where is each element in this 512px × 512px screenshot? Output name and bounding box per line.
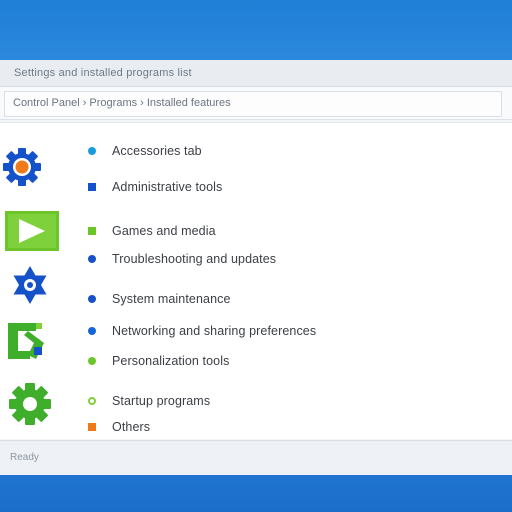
list-item[interactable]: Accessories tab — [88, 143, 202, 159]
list-item[interactable]: Administrative tools — [88, 179, 222, 195]
list-item-label: Personalization tools — [112, 354, 230, 368]
title-bar: Settings and installed programs list — [0, 60, 512, 87]
bullet-icon — [88, 147, 96, 155]
bullet-icon — [88, 357, 96, 365]
list-item-label: Administrative tools — [112, 180, 223, 194]
list-item[interactable]: Personalization tools — [88, 353, 229, 369]
cog-icon[interactable] — [7, 381, 53, 427]
list-item-label: Games and media — [112, 224, 216, 238]
content-panel: Accessories tab Administrative tools Gam… — [0, 122, 512, 439]
address-bar: Control Panel › Programs › Installed fea… — [0, 87, 512, 120]
list-item[interactable]: System maintenance — [88, 291, 231, 307]
app-window: Settings and installed programs list Con… — [0, 60, 512, 475]
list-item[interactable]: Networking and sharing preferences — [88, 323, 316, 339]
bullet-icon — [88, 397, 96, 405]
list-item-label: Accessories tab — [112, 144, 202, 158]
status-text: Ready — [10, 452, 39, 463]
list-item[interactable]: Troubleshooting and updates — [88, 251, 276, 267]
star-icon[interactable] — [10, 263, 50, 307]
list-item[interactable]: Others — [88, 419, 150, 435]
bullet-icon — [88, 227, 96, 235]
bullet-icon — [88, 295, 96, 303]
address-field[interactable]: Control Panel › Programs › Installed fea… — [4, 91, 502, 117]
list-item-label: System maintenance — [112, 292, 231, 306]
list-item[interactable]: Games and media — [88, 223, 216, 239]
address-text: Control Panel › Programs › Installed fea… — [13, 97, 231, 109]
list-item-label: Networking and sharing preferences — [112, 324, 317, 338]
status-bar: Ready — [0, 440, 512, 475]
window-title: Settings and installed programs list — [14, 67, 192, 79]
play-icon[interactable] — [5, 211, 59, 251]
terminal-icon[interactable] — [6, 319, 50, 363]
bullet-icon — [88, 183, 96, 191]
bullet-icon — [88, 423, 96, 431]
list-item-label: Others — [112, 420, 151, 434]
bullet-icon — [88, 327, 96, 335]
list-item-label: Startup programs — [112, 394, 211, 408]
bullet-icon — [88, 255, 96, 263]
gear-icon[interactable] — [2, 145, 42, 189]
list-item[interactable]: Startup programs — [88, 393, 210, 409]
list-item-label: Troubleshooting and updates — [112, 252, 277, 266]
